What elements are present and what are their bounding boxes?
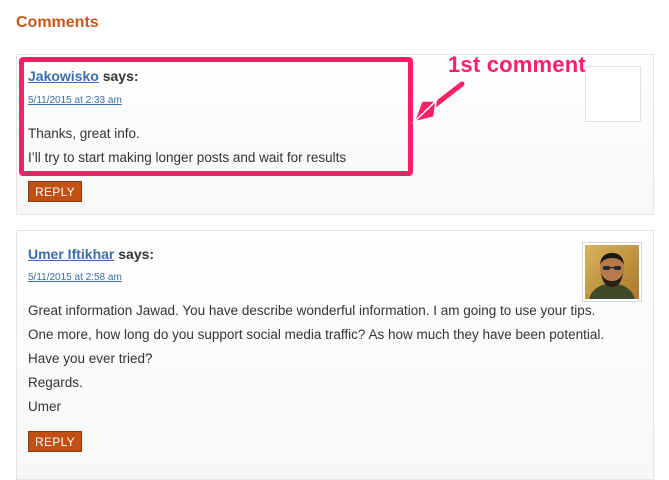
annotation-highlight-box (19, 57, 413, 176)
reply-button[interactable]: REPLY (28, 431, 82, 452)
comment-date-link[interactable]: 5/11/2015 at 2:58 am (28, 272, 122, 283)
says-label: says: (118, 246, 155, 262)
user-photo-image (585, 245, 639, 299)
comment-text-line: Umer (28, 399, 61, 414)
comment-author-link[interactable]: Umer Iftikhar (28, 246, 114, 262)
reply-button[interactable]: REPLY (28, 181, 82, 202)
comment-item: Umer Iftikhar says: 5/11/2015 at 2:58 am… (16, 230, 654, 480)
comment-text-line: One more, how long do you support social… (28, 327, 605, 342)
comment-text-line: Have you ever tried? (28, 351, 153, 366)
comment-body: Great information Jawad. You have descri… (28, 299, 643, 419)
comments-heading: Comments (16, 14, 99, 31)
annotation-arrow-icon (412, 79, 467, 124)
user-photo-avatar (583, 243, 641, 301)
annotation-label: 1st comment (448, 52, 586, 77)
blank-avatar (585, 66, 641, 122)
comment-text-line: Regards. (28, 375, 83, 390)
comment-text-line: Great information Jawad. You have descri… (28, 303, 596, 318)
comment-author-line: Umer Iftikhar says: (28, 246, 154, 262)
